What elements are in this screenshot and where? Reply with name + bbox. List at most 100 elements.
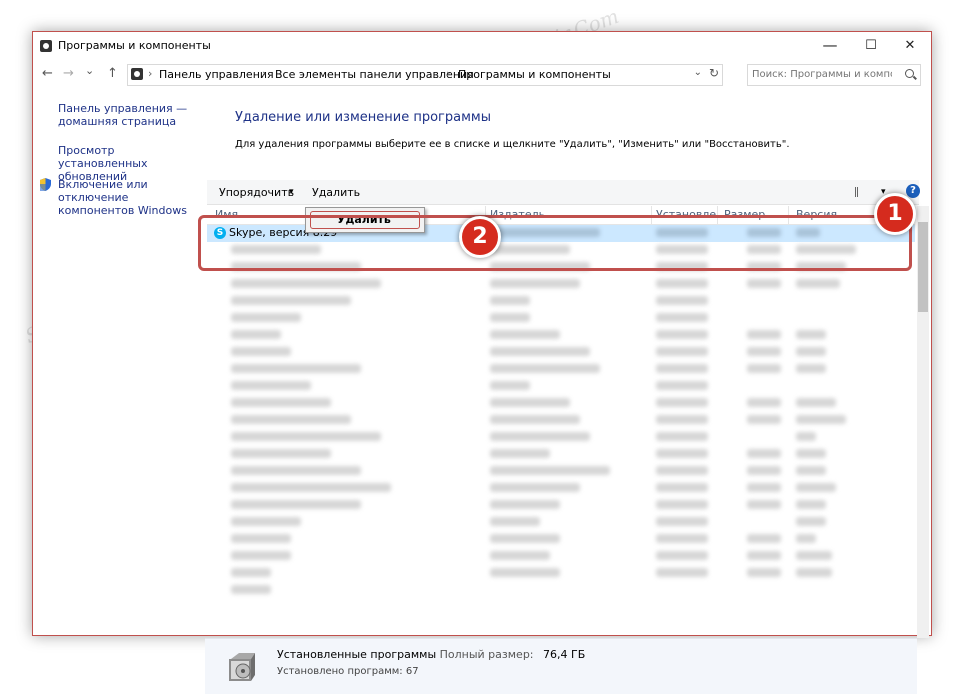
blurred-cell [747, 466, 781, 475]
list-item[interactable] [207, 395, 915, 412]
blurred-cell [490, 517, 540, 526]
uninstall-button[interactable]: Удалить [312, 186, 360, 199]
blurred-cell [490, 398, 570, 407]
blurred-cell [747, 568, 781, 577]
breadcrumb-programs[interactable]: Программы и компоненты [458, 68, 611, 81]
search-box[interactable] [747, 64, 921, 86]
blurred-cell [796, 347, 826, 356]
blurred-cell [490, 364, 600, 373]
close-button[interactable]: ✕ [893, 32, 927, 60]
list-item[interactable] [207, 344, 915, 361]
blurred-cell [796, 279, 840, 288]
minimize-button[interactable]: — [813, 32, 847, 60]
forward-arrow-icon[interactable]: → [63, 66, 74, 81]
blurred-cell [656, 347, 708, 356]
page-title: Удаление или изменение программы [235, 110, 491, 125]
blurred-cell [796, 330, 826, 339]
blurred-cell [231, 466, 361, 475]
breadcrumb-all-items[interactable]: Все элементы панели управления [275, 68, 474, 81]
blurred-cell [747, 347, 781, 356]
maximize-button[interactable]: ☐ [854, 32, 888, 60]
blurred-cell [231, 347, 291, 356]
blurred-cell [656, 551, 708, 560]
chevron-down-icon[interactable]: ▾ [289, 187, 294, 197]
blurred-cell [656, 296, 708, 305]
address-bar[interactable]: › Панель управления › Все элементы панел… [127, 64, 723, 86]
blurred-cell [796, 398, 836, 407]
search-input[interactable] [752, 67, 892, 81]
refresh-icon[interactable]: ↻ [709, 66, 719, 80]
blurred-cell [231, 313, 301, 322]
blurred-cell [796, 534, 816, 543]
blurred-cell [656, 534, 708, 543]
list-item[interactable] [207, 582, 915, 599]
list-item[interactable] [207, 293, 915, 310]
blurred-cell [796, 551, 832, 560]
step-badge-2: 2 [459, 216, 501, 258]
list-item[interactable] [207, 497, 915, 514]
blurred-cell [796, 449, 826, 458]
blurred-cell [490, 415, 580, 424]
list-item[interactable] [207, 548, 915, 565]
blurred-cell [490, 568, 560, 577]
list-item[interactable] [207, 412, 915, 429]
blurred-cell [231, 415, 351, 424]
blurred-cell [747, 398, 781, 407]
title-bar: Программы и компоненты — ☐ ✕ [33, 32, 931, 60]
blurred-cell [490, 534, 560, 543]
chevron-right-icon: › [446, 67, 451, 80]
blurred-cell [490, 330, 560, 339]
blurred-cell [656, 279, 708, 288]
list-item[interactable] [207, 446, 915, 463]
blurred-cell [231, 364, 361, 373]
search-icon[interactable] [905, 69, 914, 78]
blurred-cell [796, 517, 826, 526]
blurred-cell [490, 279, 580, 288]
blurred-cell [796, 568, 832, 577]
recent-locations-icon[interactable]: ⌄ [85, 64, 94, 77]
blurred-cell [656, 500, 708, 509]
sidebar-link-windows-features[interactable]: Включение или отключение компонентов Win… [58, 178, 203, 217]
blurred-cell [231, 551, 291, 560]
main-panel: Удаление или изменение программы Для уда… [205, 90, 931, 694]
list-item[interactable] [207, 310, 915, 327]
chevron-right-icon: › [262, 67, 267, 80]
list-item[interactable] [207, 378, 915, 395]
vertical-scrollbar[interactable] [917, 206, 929, 638]
programs-window: Программы и компоненты — ☐ ✕ ← → ⌄ ↑ › П… [32, 31, 932, 694]
blurred-cell [656, 398, 708, 407]
blurred-cell [490, 500, 560, 509]
blurred-cell [656, 466, 708, 475]
list-item[interactable] [207, 327, 915, 344]
blurred-cell [656, 313, 708, 322]
up-arrow-icon[interactable]: ↑ [107, 66, 118, 81]
list-item[interactable] [207, 480, 915, 497]
blurred-cell [231, 279, 381, 288]
blurred-cell [747, 449, 781, 458]
back-arrow-icon[interactable]: ← [42, 66, 53, 81]
view-details-icon[interactable] [855, 187, 870, 197]
blurred-cell [796, 500, 826, 509]
blurred-cell [231, 483, 391, 492]
blurred-cell [656, 381, 708, 390]
list-item[interactable] [207, 565, 915, 582]
blurred-cell [490, 313, 530, 322]
help-icon[interactable]: ? [906, 184, 920, 198]
blurred-cell [747, 279, 781, 288]
list-item[interactable] [207, 514, 915, 531]
list-item[interactable] [207, 361, 915, 378]
list-item[interactable] [207, 531, 915, 548]
organize-button[interactable]: Упорядочить [219, 186, 294, 199]
list-item[interactable] [207, 429, 915, 446]
blurred-cell [796, 432, 816, 441]
breadcrumb-control-panel[interactable]: Панель управления [159, 68, 274, 81]
list-item[interactable] [207, 463, 915, 480]
scrollbar-thumb[interactable] [918, 222, 928, 312]
blurred-cell [490, 466, 610, 475]
list-item[interactable] [207, 276, 915, 293]
blurred-cell [796, 415, 846, 424]
blurred-cell [490, 381, 530, 390]
blurred-cell [490, 449, 550, 458]
chevron-down-icon[interactable]: ⌄ [694, 67, 702, 78]
sidebar-link-home[interactable]: Панель управления — домашняя страница [58, 102, 203, 128]
